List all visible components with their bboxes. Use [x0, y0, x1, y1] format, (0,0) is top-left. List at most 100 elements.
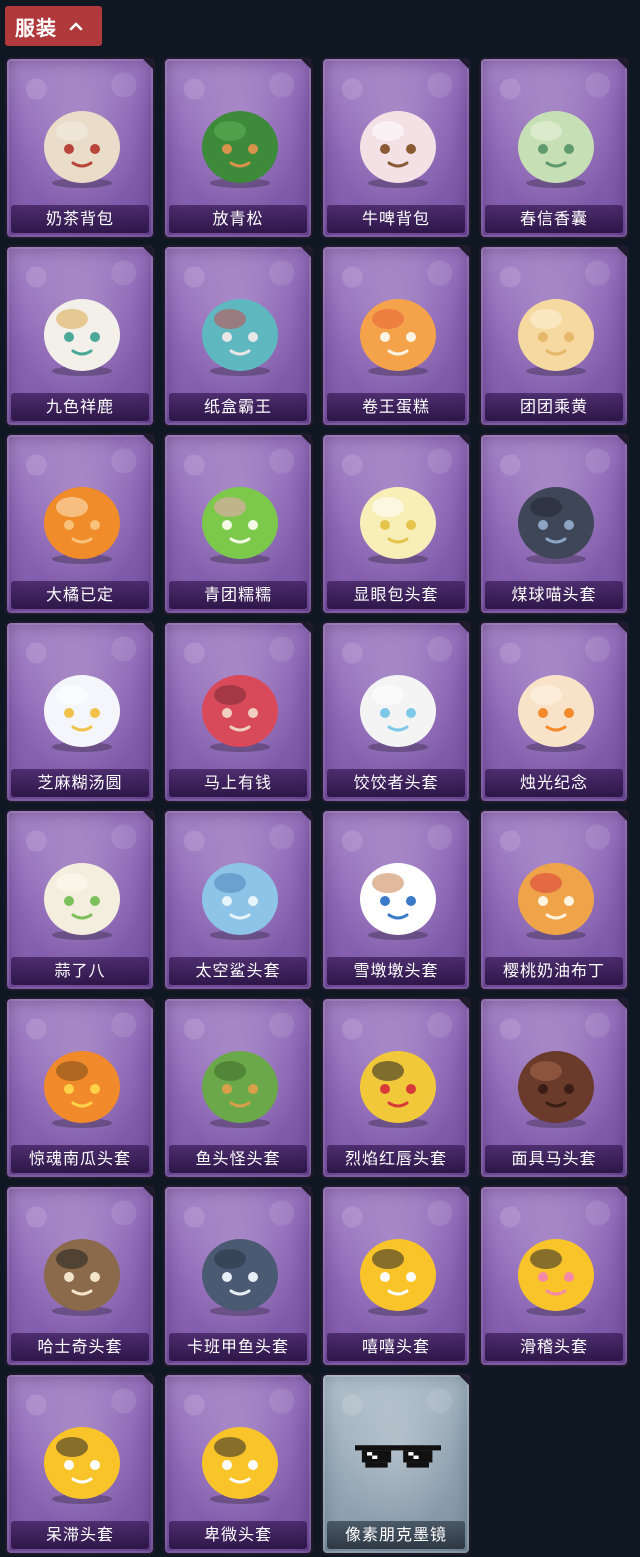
dazed-emoji-head-icon [39, 1409, 125, 1509]
outfit-item-label: 饺饺者头套 [327, 769, 465, 797]
outfit-item-card[interactable]: 显眼包头套 [321, 433, 471, 615]
card-corner-notch [617, 247, 627, 257]
grin-emoji-head-icon [355, 1221, 441, 1321]
cow-beer-backpack-icon [355, 93, 441, 193]
fish-mask-icon [197, 1033, 283, 1133]
card-corner-notch [617, 623, 627, 633]
card-corner-notch [301, 435, 311, 445]
pudding-head-icon [513, 845, 599, 945]
outfit-item-card[interactable]: 像素朋克墨镜 [321, 1373, 471, 1555]
outfit-item-label: 蒜了八 [11, 957, 149, 985]
outfit-item-card[interactable]: 哈士奇头套 [5, 1185, 155, 1367]
outfit-item-card[interactable]: 呆滞头套 [5, 1373, 155, 1555]
outfit-item-card[interactable]: 春信香囊 [479, 57, 629, 239]
outfit-item-card[interactable]: 嘻嘻头套 [321, 1185, 471, 1367]
husky-mask-icon [39, 1221, 125, 1321]
outfit-item-card[interactable]: 九色祥鹿 [5, 245, 155, 427]
outfit-item-label: 卡班甲鱼头套 [169, 1333, 307, 1361]
card-corner-notch [301, 1375, 311, 1385]
outfit-item-label: 滑稽头套 [485, 1333, 623, 1361]
red-horse-head-icon [197, 657, 283, 757]
outfit-item-label: 鱼头怪头套 [169, 1145, 307, 1173]
card-corner-notch [617, 999, 627, 1009]
smirk-emoji-head-icon [513, 1221, 599, 1321]
outfit-item-card[interactable]: 樱桃奶油布丁 [479, 809, 629, 991]
card-corner-notch [143, 435, 153, 445]
outfit-item-label: 马上有钱 [169, 769, 307, 797]
outfit-item-label: 放青松 [169, 205, 307, 233]
outfit-item-card[interactable]: 牛啤背包 [321, 57, 471, 239]
sachet-icon [513, 93, 599, 193]
outfit-item-card[interactable]: 卷王蛋糕 [321, 245, 471, 427]
outfit-item-card[interactable]: 奶茶背包 [5, 57, 155, 239]
outfit-item-label: 青团糯糯 [169, 581, 307, 609]
outfit-item-card[interactable]: 大橘已定 [5, 433, 155, 615]
milk-tea-backpack-icon [39, 93, 125, 193]
outfit-item-card[interactable]: 蒜了八 [5, 809, 155, 991]
outfit-item-card[interactable]: 烛光纪念 [479, 621, 629, 803]
outfit-item-card[interactable]: 鱼头怪头套 [163, 997, 313, 1179]
outfit-item-card[interactable]: 青团糯糯 [163, 433, 313, 615]
outfit-item-card[interactable]: 团团乘黄 [479, 245, 629, 427]
card-corner-notch [143, 1375, 153, 1385]
outfit-item-card[interactable]: 放青松 [163, 57, 313, 239]
card-corner-notch [143, 999, 153, 1009]
shark-head-icon [197, 845, 283, 945]
pleading-emoji-head-icon [197, 1409, 283, 1509]
outfit-item-label: 春信香囊 [485, 205, 623, 233]
outfit-item-card[interactable]: 芝麻糊汤圆 [5, 621, 155, 803]
card-corner-notch [143, 623, 153, 633]
outfit-item-card[interactable]: 饺饺者头套 [321, 621, 471, 803]
section-title: 服装 [15, 15, 57, 40]
outfit-item-label: 雪墩墩头套 [327, 957, 465, 985]
section-header-outfit[interactable]: 服装 [5, 6, 102, 46]
card-corner-notch [617, 1187, 627, 1197]
deer-icon [39, 281, 125, 381]
outfit-item-label: 惊魂南瓜头套 [11, 1145, 149, 1173]
outfit-item-card[interactable]: 马上有钱 [163, 621, 313, 803]
card-corner-notch [459, 435, 469, 445]
outfit-item-label: 呆滞头套 [11, 1521, 149, 1549]
roll-cake-icon [355, 281, 441, 381]
card-corner-notch [617, 59, 627, 69]
outfit-item-card[interactable]: 滑稽头套 [479, 1185, 629, 1367]
outfit-item-label: 烛光纪念 [485, 769, 623, 797]
lightbulb-head-icon [355, 469, 441, 569]
card-corner-notch [459, 59, 469, 69]
card-corner-notch [301, 247, 311, 257]
outfit-item-card[interactable]: 煤球喵头套 [479, 433, 629, 615]
outfit-item-card[interactable]: 纸盒霸王 [163, 245, 313, 427]
pixel-sunglasses-icon [355, 1409, 441, 1509]
outfit-item-label: 芝麻糊汤圆 [11, 769, 149, 797]
chevron-up-icon [69, 19, 83, 33]
outfit-item-card[interactable]: 面具马头套 [479, 997, 629, 1179]
card-corner-notch [459, 999, 469, 1009]
card-corner-notch [459, 623, 469, 633]
card-corner-notch [143, 1187, 153, 1197]
outfit-item-label: 煤球喵头套 [485, 581, 623, 609]
outfit-item-label: 纸盒霸王 [169, 393, 307, 421]
outfit-item-card[interactable]: 烈焰红唇头套 [321, 997, 471, 1179]
outfit-item-label: 烈焰红唇头套 [327, 1145, 465, 1173]
dumpling-head-icon [355, 657, 441, 757]
candle-head-icon [513, 657, 599, 757]
card-corner-notch [301, 623, 311, 633]
outfit-item-card[interactable]: 卡班甲鱼头套 [163, 1185, 313, 1367]
fish-head-icon [197, 1221, 283, 1321]
card-corner-notch [301, 1187, 311, 1197]
horse-mask-icon [513, 1033, 599, 1133]
card-corner-notch [459, 811, 469, 821]
outfit-item-card[interactable]: 惊魂南瓜头套 [5, 997, 155, 1179]
outfit-item-label: 太空鲨头套 [169, 957, 307, 985]
outfit-item-label: 奶茶背包 [11, 205, 149, 233]
garlic-head-icon [39, 845, 125, 945]
outfit-item-label: 九色祥鹿 [11, 393, 149, 421]
snowman-head-icon [355, 845, 441, 945]
black-cat-head-icon [513, 469, 599, 569]
outfit-item-card[interactable]: 卑微头套 [163, 1373, 313, 1555]
outfit-item-label: 牛啤背包 [327, 205, 465, 233]
outfit-item-card[interactable]: 雪墩墩头套 [321, 809, 471, 991]
box-dinosaur-icon [197, 281, 283, 381]
card-corner-notch [617, 435, 627, 445]
outfit-item-card[interactable]: 太空鲨头套 [163, 809, 313, 991]
